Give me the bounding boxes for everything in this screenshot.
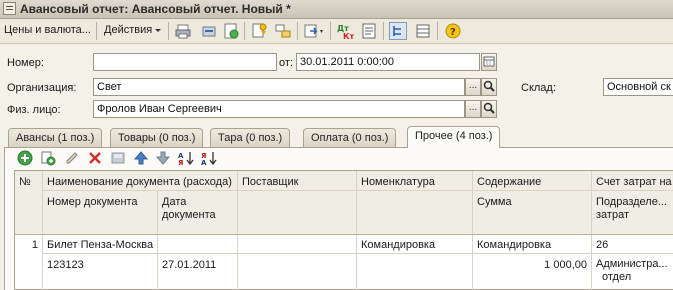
cell-doc-name[interactable]: Билет Пенза-Москва [43, 237, 237, 254]
cell-doc-number[interactable]: 123123 [43, 257, 157, 274]
column-header-nomenclature[interactable]: Номенклатура [357, 174, 472, 191]
tab-goods[interactable]: Товары (0 поз.) [110, 128, 204, 147]
svg-text:А: А [201, 159, 207, 166]
person-select-button[interactable]: ... [465, 100, 481, 118]
warehouse-field[interactable]: Основной ск [603, 78, 673, 96]
window-title: Авансовый отчет: Авансовый отчет. Новый … [20, 2, 291, 16]
cell-supplier[interactable] [238, 237, 356, 241]
svg-text:Кт: Кт [343, 32, 354, 40]
person-search-icon[interactable] [481, 100, 497, 118]
cell-department[interactable]: Администра... отдел [592, 256, 673, 286]
svg-text:Я: Я [178, 159, 183, 166]
go-to-icon[interactable] [303, 22, 323, 40]
title-bar: Авансовый отчет: Авансовый отчет. Новый … [0, 0, 673, 19]
end-edit-icon[interactable] [110, 150, 126, 166]
structure-icon[interactable] [274, 22, 292, 40]
tab-payment[interactable]: Оплата (0 поз.) [303, 128, 397, 147]
person-field[interactable]: Фролов Иван Сергеевич [93, 100, 465, 118]
column-header-doc-date-line2: документа [162, 209, 216, 221]
toolbar-separator [437, 22, 438, 40]
sort-ascending-icon[interactable]: АЯ [178, 150, 194, 167]
move-document-icon[interactable] [200, 22, 218, 40]
calendar-icon[interactable] [481, 53, 497, 71]
cell-sum[interactable]: 1 000,00 [473, 257, 591, 274]
number-label: Номер: [7, 57, 44, 69]
edit-row-icon[interactable] [64, 150, 80, 166]
post-document-icon[interactable] [222, 22, 240, 40]
toolbar-separator [96, 22, 97, 40]
organization-field[interactable]: Свет [93, 78, 465, 96]
warehouse-label: Склад: [521, 82, 556, 94]
column-header-doc-number[interactable]: Номер документа [43, 194, 157, 211]
cell-content[interactable]: Командировка [473, 237, 591, 254]
toolbar-separator [297, 22, 298, 40]
row-number: 1 [31, 239, 38, 251]
sort-descending-icon[interactable]: ЯА [201, 150, 217, 167]
svg-text:?: ? [450, 27, 456, 38]
column-header-supplier[interactable]: Поставщик [238, 174, 356, 191]
move-up-icon[interactable] [133, 150, 149, 166]
column-header-department-line1: Подразделе... [596, 196, 667, 208]
toolbar-separator [168, 22, 169, 40]
print-icon[interactable] [174, 22, 192, 40]
list-settings-icon[interactable] [414, 22, 432, 40]
debit-credit-icon[interactable]: Дт Кт [336, 22, 355, 41]
column-header-account[interactable]: Счет затрат на [592, 174, 673, 191]
tab-containers[interactable]: Тара (0 поз.) [210, 128, 291, 147]
copy-row-icon[interactable] [40, 150, 56, 166]
date-field[interactable]: 30.01.2011 0:00:00 [296, 53, 480, 71]
tab-other[interactable]: Прочее (4 поз.) [407, 126, 501, 148]
document-report-icon[interactable] [360, 22, 378, 40]
help-icon[interactable]: ? [444, 22, 462, 40]
organization-label: Организация: [7, 82, 77, 94]
column-header-department[interactable]: Подразделе... затрат [592, 194, 673, 224]
person-label: Физ. лицо: [7, 104, 61, 116]
column-header-sum[interactable]: Сумма [473, 194, 591, 211]
create-based-on-icon[interactable] [250, 22, 268, 40]
toolbar-separator [383, 22, 384, 40]
date-from-label: от: [279, 57, 293, 69]
toolbar-separator [244, 22, 245, 40]
column-header-num[interactable]: № [15, 174, 42, 191]
prices-currency-button[interactable]: Цены и валюта... [4, 24, 91, 36]
number-field[interactable] [93, 53, 277, 71]
column-header-doc-date-line1: Дата [162, 196, 187, 208]
chevron-down-icon [155, 28, 162, 32]
actions-menu-button[interactable]: Действия [104, 24, 162, 36]
cell-nomenclature[interactable]: Командировка [357, 237, 472, 254]
window-menu-icon[interactable] [3, 2, 16, 15]
cell-account[interactable]: 26 [592, 237, 673, 254]
toolbar-separator [330, 22, 331, 40]
organization-search-icon[interactable] [481, 78, 497, 96]
tab-advances[interactable]: Авансы (1 поз.) [8, 128, 103, 147]
subordinate-structure-icon[interactable] [389, 22, 407, 40]
delete-row-icon[interactable] [87, 150, 103, 166]
toolbar: Цены и валюта... Действия Дт Кт ? [0, 19, 673, 44]
cell-department-line2: отдел [602, 271, 632, 283]
cell-department-line1: Администра... [596, 258, 668, 270]
column-header-doc-name[interactable]: Наименование документа (расхода) [43, 174, 237, 191]
column-header-department-line2: затрат [596, 209, 629, 221]
move-down-icon[interactable] [155, 150, 171, 166]
add-row-icon[interactable] [17, 150, 33, 166]
cell-doc-date[interactable]: 27.01.2011 [158, 257, 237, 274]
actions-menu-label: Действия [104, 24, 153, 36]
organization-select-button[interactable]: ... [465, 78, 481, 96]
column-header-content[interactable]: Содержание [473, 174, 591, 191]
column-header-doc-date[interactable]: Дата документа [158, 194, 237, 224]
